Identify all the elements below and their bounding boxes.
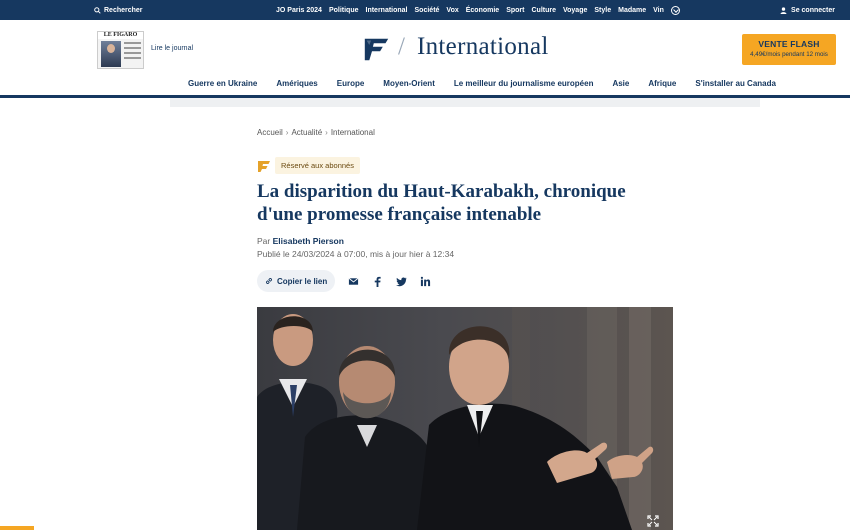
more-chevron-icon[interactable] bbox=[670, 5, 680, 15]
section-nav-asie[interactable]: Asie bbox=[612, 79, 629, 88]
top-nav-item-politique[interactable]: Politique bbox=[329, 7, 359, 14]
reading-progress-bar bbox=[0, 526, 34, 530]
top-nav-item-sport[interactable]: Sport bbox=[506, 7, 524, 14]
share-facebook-button[interactable] bbox=[372, 276, 383, 287]
subscriber-badge: Réservé aux abonnés bbox=[275, 157, 360, 174]
share-linkedin-button[interactable] bbox=[420, 276, 431, 287]
search-label: Rechercher bbox=[104, 6, 143, 14]
read-paper-link[interactable]: Lire le journal bbox=[151, 45, 193, 52]
section-nav-europe[interactable]: Europe bbox=[337, 79, 365, 88]
article-photo-illustration bbox=[257, 307, 673, 530]
article-photo[interactable] bbox=[257, 307, 673, 530]
newspaper-thumbnail[interactable]: LE FIGARO bbox=[97, 31, 144, 69]
section-nav-ukraine[interactable]: Guerre en Ukraine bbox=[188, 79, 257, 88]
section-title: International bbox=[417, 33, 549, 60]
share-mail-button[interactable] bbox=[348, 276, 359, 287]
share-twitter-button[interactable] bbox=[396, 276, 407, 287]
section-divider-slash: / bbox=[398, 33, 405, 60]
newspaper-masthead: LE FIGARO bbox=[98, 32, 143, 39]
top-bar: Rechercher JO Paris 2024 Politique Inter… bbox=[0, 0, 850, 20]
le-figaro-logo-icon[interactable] bbox=[363, 36, 390, 63]
linkedin-icon bbox=[421, 276, 431, 286]
figaro-plus-icon bbox=[258, 160, 270, 172]
facebook-icon bbox=[374, 276, 381, 287]
mail-icon bbox=[348, 277, 359, 285]
section-nav-journalisme-europeen[interactable]: Le meilleur du journalisme européen bbox=[454, 79, 594, 88]
top-nav-item-societe[interactable]: Société bbox=[415, 7, 440, 14]
breadcrumb: Accueil › Actualité › International bbox=[257, 128, 375, 137]
top-nav-item-vin[interactable]: Vin bbox=[653, 7, 664, 14]
newspaper-cover-face bbox=[107, 44, 115, 53]
byline: Par Elisabeth Pierson bbox=[257, 236, 344, 246]
flash-sale-title: VENTE FLASH bbox=[758, 39, 820, 49]
flash-sale-subtitle: 4,49€/mois pendant 12 mois bbox=[750, 51, 828, 58]
author-link[interactable]: Elisabeth Pierson bbox=[273, 236, 344, 246]
user-icon bbox=[780, 6, 787, 14]
breadcrumb-separator: › bbox=[325, 128, 328, 137]
byline-prefix: Par bbox=[257, 236, 271, 246]
breadcrumb-separator: › bbox=[285, 128, 289, 137]
search-button[interactable]: Rechercher bbox=[94, 0, 143, 20]
newspaper-text-lines bbox=[124, 42, 141, 62]
link-icon bbox=[266, 278, 272, 284]
subscriber-badge-row: Réservé aux abonnés bbox=[257, 157, 360, 174]
twitter-icon bbox=[396, 276, 407, 286]
top-nav-item-madame[interactable]: Madame bbox=[618, 7, 646, 14]
top-nav-item-style[interactable]: Style bbox=[594, 7, 611, 14]
breadcrumb-international[interactable]: International bbox=[331, 128, 375, 137]
top-nav-item-international[interactable]: International bbox=[366, 7, 408, 14]
search-icon bbox=[94, 6, 101, 14]
section-nav-moyen-orient[interactable]: Moyen-Orient bbox=[383, 79, 435, 88]
ad-band bbox=[170, 98, 760, 107]
publish-date: Publié le 24/03/2024 à 07:00, mis à jour… bbox=[257, 249, 455, 259]
top-nav: JO Paris 2024 Politique International So… bbox=[276, 0, 680, 20]
section-nav-ameriques[interactable]: Amériques bbox=[276, 79, 317, 88]
login-button[interactable]: Se connecter bbox=[780, 0, 835, 20]
expand-icon[interactable] bbox=[647, 515, 659, 527]
section-nav: Guerre en Ukraine Amériques Europe Moyen… bbox=[188, 79, 776, 88]
top-nav-item-jo[interactable]: JO Paris 2024 bbox=[276, 7, 322, 14]
breadcrumb-accueil[interactable]: Accueil bbox=[257, 128, 283, 137]
top-nav-item-voyage[interactable]: Voyage bbox=[563, 7, 587, 14]
top-nav-item-economie[interactable]: Économie bbox=[466, 7, 499, 14]
copy-link-label: Copier le lien bbox=[277, 276, 328, 286]
breadcrumb-actualite[interactable]: Actualité bbox=[291, 128, 322, 137]
article-headline: La disparition du Haut-Karabakh, chroniq… bbox=[257, 181, 626, 225]
top-nav-item-vox[interactable]: Vox bbox=[446, 7, 458, 14]
section-nav-canada[interactable]: S'installer au Canada bbox=[695, 79, 776, 88]
copy-link-button[interactable]: Copier le lien bbox=[257, 270, 336, 292]
share-bar: Copier le lien bbox=[257, 270, 431, 292]
flash-sale-button[interactable]: VENTE FLASH 4,49€/mois pendant 12 mois bbox=[742, 34, 836, 65]
section-nav-afrique[interactable]: Afrique bbox=[648, 79, 676, 88]
login-label: Se connecter bbox=[791, 6, 835, 14]
top-nav-item-culture[interactable]: Culture bbox=[531, 7, 556, 14]
